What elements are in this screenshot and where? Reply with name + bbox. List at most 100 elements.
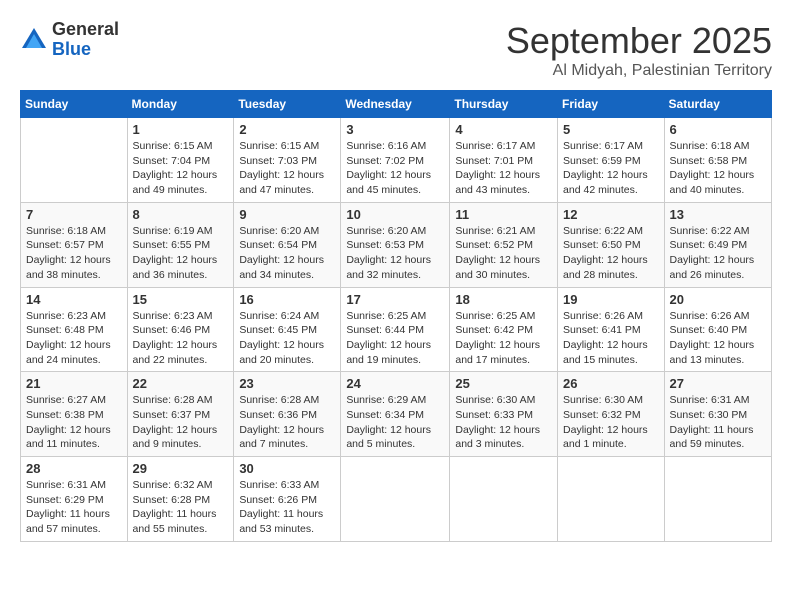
day-info: Sunrise: 6:17 AMSunset: 6:59 PMDaylight:… <box>563 139 659 198</box>
day-info: Sunrise: 6:26 AMSunset: 6:40 PMDaylight:… <box>670 309 766 368</box>
calendar-cell: 24Sunrise: 6:29 AMSunset: 6:34 PMDayligh… <box>341 372 450 457</box>
day-info: Sunrise: 6:28 AMSunset: 6:36 PMDaylight:… <box>239 393 335 452</box>
day-info: Sunrise: 6:20 AMSunset: 6:53 PMDaylight:… <box>346 224 444 283</box>
day-number: 16 <box>239 292 335 307</box>
calendar-cell: 9 Sunrise: 6:20 AMSunset: 6:54 PMDaylight… <box>234 202 341 287</box>
calendar-cell: 29 Sunrise: 6:32 AMSunset: 6:28 PMDayligh… <box>127 457 234 542</box>
day-info: Sunrise: 6:18 AMSunset: 6:57 PMDaylight:… <box>26 224 122 283</box>
day-info: Sunrise: 6:24 AMSunset: 6:45 PMDaylight:… <box>239 309 335 368</box>
calendar-cell <box>664 457 771 542</box>
day-number: 14 <box>26 292 122 307</box>
calendar-cell: 21 Sunrise: 6:27 AMSunset: 6:38 PMDayligh… <box>21 372 128 457</box>
calendar-cell <box>21 118 128 203</box>
day-info: Sunrise: 6:22 AMSunset: 6:50 PMDaylight:… <box>563 224 659 283</box>
logo: General Blue <box>20 20 119 60</box>
calendar-cell: 27 Sunrise: 6:31 AMSunset: 6:30 PMDayligh… <box>664 372 771 457</box>
day-number: 29 <box>133 461 229 476</box>
day-number: 18 <box>455 292 552 307</box>
calendar-cell: 14 Sunrise: 6:23 AMSunset: 6:48 PMDayligh… <box>21 287 128 372</box>
header-monday: Monday <box>127 91 234 118</box>
title-section: September 2025 Al Midyah, Palestinian Te… <box>506 20 772 80</box>
day-info: Sunrise: 6:15 AMSunset: 7:04 PMDaylight:… <box>133 139 229 198</box>
calendar-cell: 10 Sunrise: 6:20 AMSunset: 6:53 PMDayligh… <box>341 202 450 287</box>
logo-blue-text: Blue <box>52 40 119 60</box>
month-title: September 2025 <box>506 20 772 62</box>
calendar-cell: 16 Sunrise: 6:24 AMSunset: 6:45 PMDayligh… <box>234 287 341 372</box>
page-header: General Blue September 2025 Al Midyah, P… <box>20 20 772 80</box>
day-number: 25 <box>455 376 552 391</box>
day-number: 20 <box>670 292 766 307</box>
calendar-cell: 22 Sunrise: 6:28 AMSunset: 6:37 PMDayligh… <box>127 372 234 457</box>
week-row-5: 28 Sunrise: 6:31 AMSunset: 6:29 PMDayligh… <box>21 457 772 542</box>
day-number: 3 <box>346 122 444 137</box>
calendar-cell: 1Sunrise: 6:15 AMSunset: 7:04 PMDaylight… <box>127 118 234 203</box>
day-number: 23 <box>239 376 335 391</box>
calendar-cell: 6 Sunrise: 6:18 AMSunset: 6:58 PMDaylight… <box>664 118 771 203</box>
day-number: 13 <box>670 207 766 222</box>
day-number: 17 <box>346 292 444 307</box>
day-number: 9 <box>239 207 335 222</box>
calendar-cell: 3 Sunrise: 6:16 AMSunset: 7:02 PMDaylight… <box>341 118 450 203</box>
calendar-cell: 23 Sunrise: 6:28 AMSunset: 6:36 PMDayligh… <box>234 372 341 457</box>
calendar-cell: 25 Sunrise: 6:30 AMSunset: 6:33 PMDayligh… <box>450 372 558 457</box>
day-number: 19 <box>563 292 659 307</box>
day-number: 8 <box>133 207 229 222</box>
day-info: Sunrise: 6:31 AMSunset: 6:29 PMDaylight:… <box>26 478 122 537</box>
header-wednesday: Wednesday <box>341 91 450 118</box>
day-number: 27 <box>670 376 766 391</box>
day-number: 26 <box>563 376 659 391</box>
location-title: Al Midyah, Palestinian Territory <box>506 62 772 80</box>
day-number: 11 <box>455 207 552 222</box>
day-number: 10 <box>346 207 444 222</box>
calendar-cell: 11 Sunrise: 6:21 AMSunset: 6:52 PMDayligh… <box>450 202 558 287</box>
day-info: Sunrise: 6:27 AMSunset: 6:38 PMDaylight:… <box>26 393 122 452</box>
calendar-cell: 2 Sunrise: 6:15 AMSunset: 7:03 PMDaylight… <box>234 118 341 203</box>
logo-icon <box>20 26 48 54</box>
day-info: Sunrise: 6:25 AMSunset: 6:42 PMDaylight:… <box>455 309 552 368</box>
header-tuesday: Tuesday <box>234 91 341 118</box>
week-row-1: 1Sunrise: 6:15 AMSunset: 7:04 PMDaylight… <box>21 118 772 203</box>
day-info: Sunrise: 6:23 AMSunset: 6:48 PMDaylight:… <box>26 309 122 368</box>
day-number: 12 <box>563 207 659 222</box>
day-info: Sunrise: 6:18 AMSunset: 6:58 PMDaylight:… <box>670 139 766 198</box>
day-number: 22 <box>133 376 229 391</box>
calendar-cell: 30 Sunrise: 6:33 AMSunset: 6:26 PMDayligh… <box>234 457 341 542</box>
week-row-3: 14 Sunrise: 6:23 AMSunset: 6:48 PMDayligh… <box>21 287 772 372</box>
calendar-cell: 13 Sunrise: 6:22 AMSunset: 6:49 PMDayligh… <box>664 202 771 287</box>
day-info: Sunrise: 6:30 AMSunset: 6:33 PMDaylight:… <box>455 393 552 452</box>
header-sunday: Sunday <box>21 91 128 118</box>
week-row-4: 21 Sunrise: 6:27 AMSunset: 6:38 PMDayligh… <box>21 372 772 457</box>
day-number: 21 <box>26 376 122 391</box>
calendar-cell: 8Sunrise: 6:19 AMSunset: 6:55 PMDaylight… <box>127 202 234 287</box>
day-number: 28 <box>26 461 122 476</box>
day-number: 2 <box>239 122 335 137</box>
day-info: Sunrise: 6:26 AMSunset: 6:41 PMDaylight:… <box>563 309 659 368</box>
day-number: 5 <box>563 122 659 137</box>
day-info: Sunrise: 6:15 AMSunset: 7:03 PMDaylight:… <box>239 139 335 198</box>
day-info: Sunrise: 6:25 AMSunset: 6:44 PMDaylight:… <box>346 309 444 368</box>
calendar-cell: 17 Sunrise: 6:25 AMSunset: 6:44 PMDayligh… <box>341 287 450 372</box>
day-info: Sunrise: 6:28 AMSunset: 6:37 PMDaylight:… <box>133 393 229 452</box>
day-number: 4 <box>455 122 552 137</box>
day-info: Sunrise: 6:21 AMSunset: 6:52 PMDaylight:… <box>455 224 552 283</box>
day-number: 15 <box>133 292 229 307</box>
logo-general-text: General <box>52 20 119 40</box>
calendar-cell: 26Sunrise: 6:30 AMSunset: 6:32 PMDayligh… <box>558 372 665 457</box>
calendar-cell <box>558 457 665 542</box>
day-info: Sunrise: 6:22 AMSunset: 6:49 PMDaylight:… <box>670 224 766 283</box>
calendar-cell <box>450 457 558 542</box>
day-number: 6 <box>670 122 766 137</box>
calendar-cell: 18 Sunrise: 6:25 AMSunset: 6:42 PMDayligh… <box>450 287 558 372</box>
header-thursday: Thursday <box>450 91 558 118</box>
calendar-cell: 20 Sunrise: 6:26 AMSunset: 6:40 PMDayligh… <box>664 287 771 372</box>
header-saturday: Saturday <box>664 91 771 118</box>
week-row-2: 7Sunrise: 6:18 AMSunset: 6:57 PMDaylight… <box>21 202 772 287</box>
day-info: Sunrise: 6:31 AMSunset: 6:30 PMDaylight:… <box>670 393 766 452</box>
day-info: Sunrise: 6:20 AMSunset: 6:54 PMDaylight:… <box>239 224 335 283</box>
day-info: Sunrise: 6:16 AMSunset: 7:02 PMDaylight:… <box>346 139 444 198</box>
day-info: Sunrise: 6:29 AMSunset: 6:34 PMDaylight:… <box>346 393 444 452</box>
day-info: Sunrise: 6:33 AMSunset: 6:26 PMDaylight:… <box>239 478 335 537</box>
day-info: Sunrise: 6:17 AMSunset: 7:01 PMDaylight:… <box>455 139 552 198</box>
day-number: 30 <box>239 461 335 476</box>
day-info: Sunrise: 6:32 AMSunset: 6:28 PMDaylight:… <box>133 478 229 537</box>
